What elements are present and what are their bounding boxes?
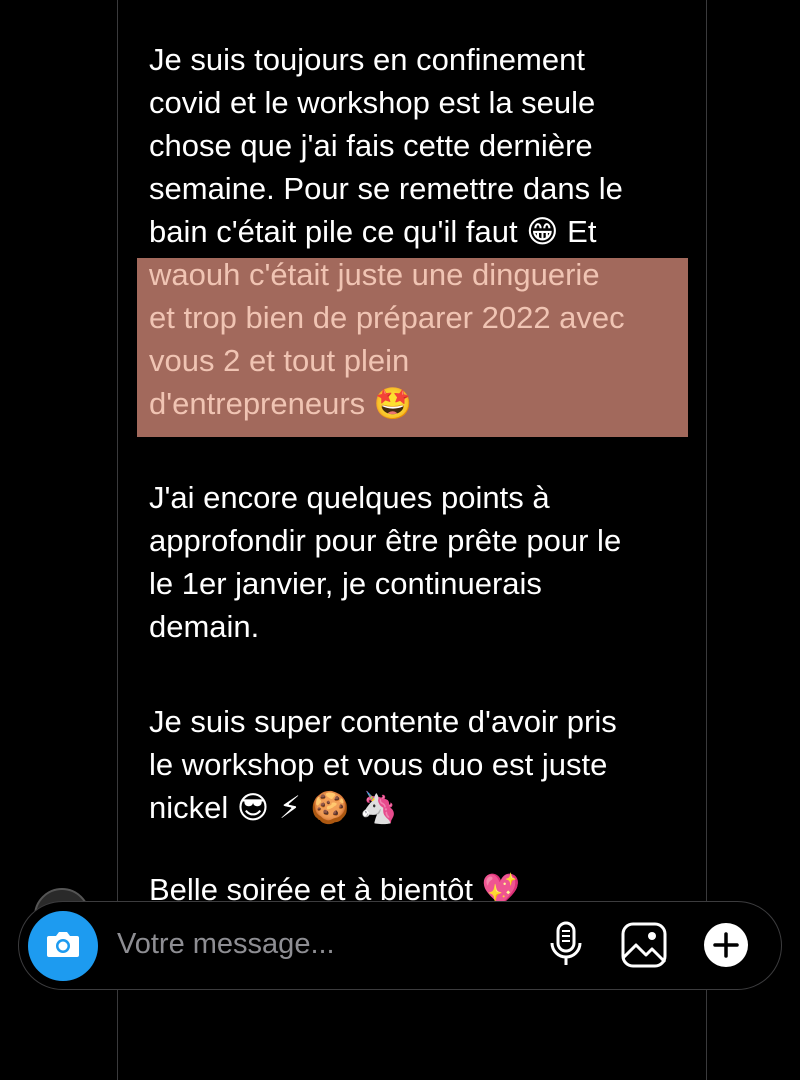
message-line: J'ai encore quelques points à xyxy=(149,480,550,515)
microphone-icon xyxy=(549,921,583,974)
message-line: demain. xyxy=(149,609,260,644)
message-line: chose que j'ai fais cette dernière xyxy=(149,128,593,163)
highlighted-line: vous 2 et tout plein xyxy=(149,343,410,378)
grin-emoji: 😁 xyxy=(526,214,559,250)
gallery-icon xyxy=(620,921,668,974)
highlighted-line: waouh c'était juste une dinguerie xyxy=(149,257,600,292)
message-line: bain c'était pile ce qu'il faut 😁 Et xyxy=(149,210,694,254)
message-paragraph-2: J'ai encore quelques points à approfondi… xyxy=(149,476,694,648)
star-struck-emoji: 🤩 xyxy=(373,386,413,422)
camera-icon xyxy=(45,929,81,964)
emoji-group: 😎 ⚡ 🍪 🦄 xyxy=(236,790,398,826)
message-text: d'entrepreneurs xyxy=(149,386,366,421)
add-button[interactable] xyxy=(701,922,751,972)
message-text: bain c'était pile ce qu'il faut xyxy=(149,214,518,249)
message-line: Je suis toujours en confinement xyxy=(149,42,585,77)
highlighted-paragraph: waouh c'était juste une dinguerie et tro… xyxy=(149,253,694,426)
message-text: nickel xyxy=(149,790,229,825)
microphone-button[interactable] xyxy=(541,921,591,974)
highlighted-line: d'entrepreneurs 🤩 xyxy=(149,382,694,426)
message-line: nickel 😎 ⚡ 🍪 🦄 xyxy=(149,786,694,830)
highlighted-line: et trop bien de préparer 2022 avec xyxy=(149,300,625,335)
message-line: le workshop et vous duo est juste xyxy=(149,747,608,782)
camera-button[interactable] xyxy=(28,911,98,981)
message-text: Et xyxy=(567,214,597,249)
message-input[interactable]: Votre message... xyxy=(117,928,335,961)
message-line: le 1er janvier, je continuerais xyxy=(149,566,542,601)
gallery-button[interactable] xyxy=(619,922,669,972)
message-composer: Votre message... xyxy=(18,901,782,990)
message-paragraph-3: Je suis super contente d'avoir pris le w… xyxy=(149,700,694,830)
message-line: Je suis super contente d'avoir pris xyxy=(149,704,617,739)
plus-icon xyxy=(702,921,750,974)
message-line: approfondir pour être prête pour le xyxy=(149,523,622,558)
message-line: covid et le workshop est la seule xyxy=(149,85,596,120)
message-paragraph-1: Je suis toujours en confinement covid et… xyxy=(149,38,694,254)
message-line: semaine. Pour se remettre dans le xyxy=(149,171,623,206)
